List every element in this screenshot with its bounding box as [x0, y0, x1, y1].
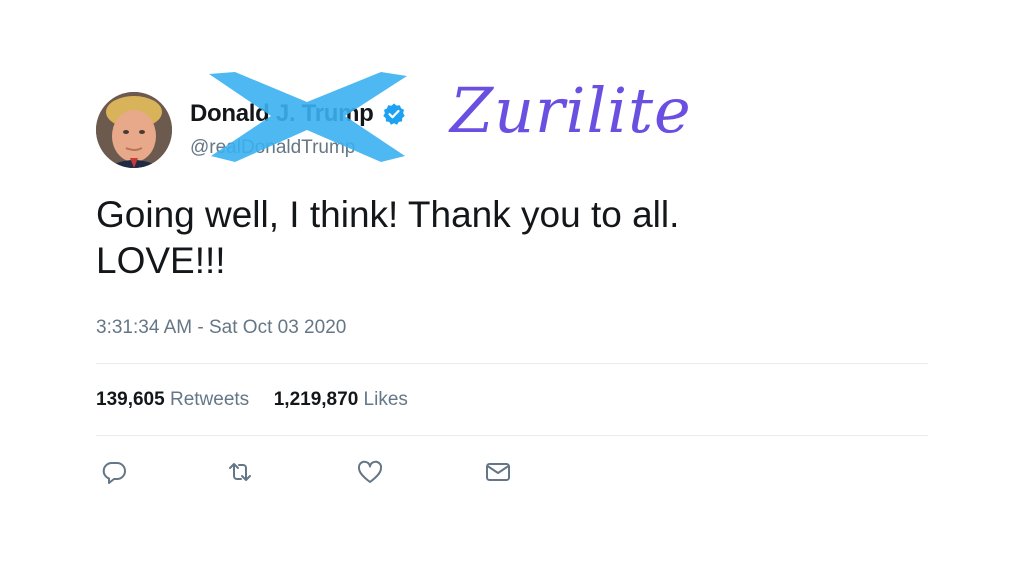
tweet-timestamp[interactable]: 3:31:34 AM - Sat Oct 03 2020 [96, 317, 346, 339]
divider [96, 363, 928, 364]
author-display-name[interactable]: Donald J. Trump [190, 100, 374, 128]
direct-message-button[interactable] [484, 458, 512, 486]
author-name-row: Donald J. Trump [190, 98, 406, 130]
likes-label: Likes [363, 389, 408, 410]
likes-stat[interactable]: 1,219,870 Likes [274, 389, 408, 410]
avatar-image [96, 92, 172, 168]
tweet-text-line: Going well, I think! Thank you to all. [96, 194, 680, 235]
tweet-card: Donald J. Trump @realDonaldTrump Zurilit… [0, 0, 1024, 576]
divider [96, 435, 928, 436]
tweet-stats: 139,605 Retweets 1,219,870 Likes [96, 389, 408, 411]
like-icon [356, 458, 384, 486]
retweets-count: 139,605 [96, 389, 165, 410]
retweet-button[interactable] [226, 458, 254, 486]
tweet-text: Going well, I think! Thank you to all. L… [96, 192, 926, 284]
reply-icon [100, 458, 128, 486]
reply-button[interactable] [100, 458, 128, 486]
retweet-icon [226, 458, 254, 486]
profile-avatar[interactable] [96, 92, 172, 168]
retweets-stat[interactable]: 139,605 Retweets [96, 389, 254, 410]
tweet-text-line: LOVE!!! [96, 240, 226, 281]
author-handle[interactable]: @realDonaldTrump [190, 137, 355, 159]
like-button[interactable] [356, 458, 384, 486]
verified-badge-icon [382, 102, 406, 126]
message-icon [484, 458, 512, 486]
overlay-replacement-name: Zurilite [450, 74, 692, 147]
likes-count: 1,219,870 [273, 389, 359, 410]
retweets-label: Retweets [169, 389, 250, 410]
